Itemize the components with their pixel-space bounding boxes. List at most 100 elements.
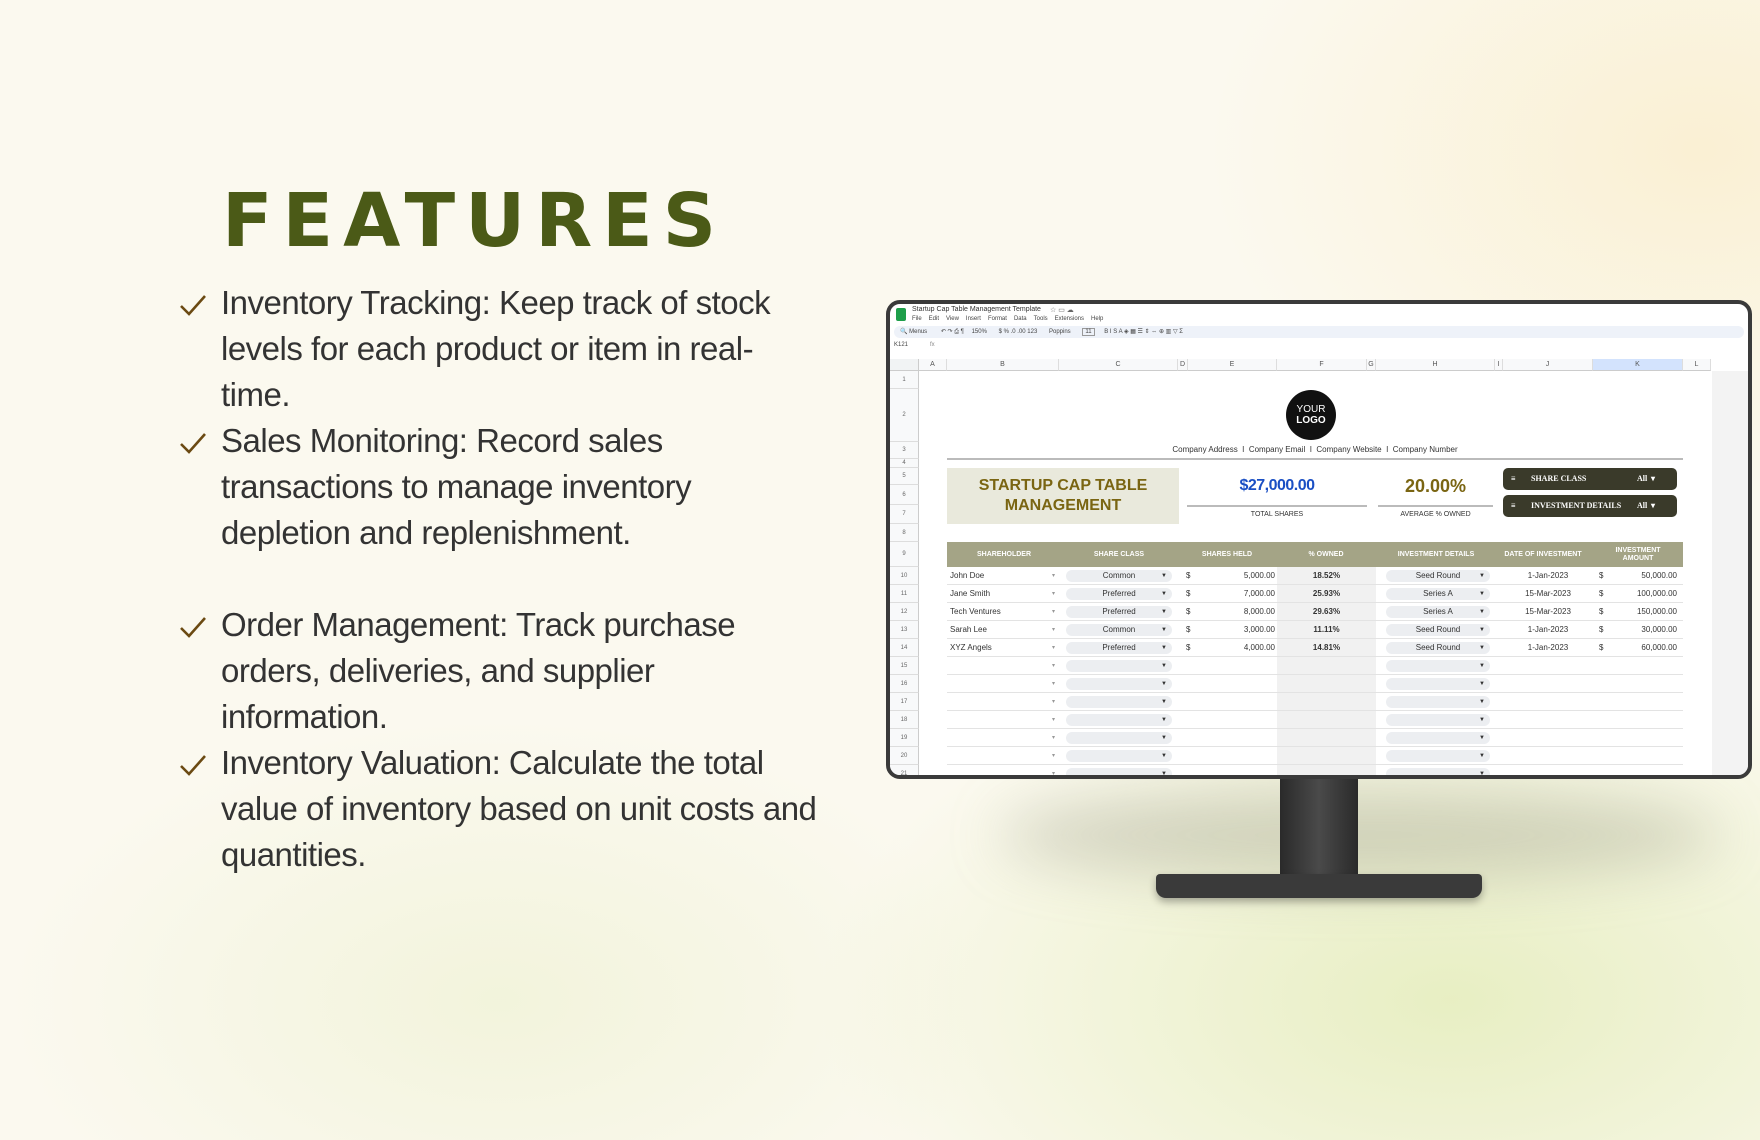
row-header-7[interactable]: 7 bbox=[890, 505, 919, 524]
investment-amount-cell[interactable]: 50,000.00 bbox=[1607, 570, 1677, 582]
share-class-select[interactable]: ▼ bbox=[1066, 768, 1172, 775]
share-class-select[interactable]: Preferred ▼ bbox=[1066, 588, 1172, 600]
text-format-icons[interactable]: B I S A ◈ ▦ ☰ ⇕ ⇔ ⊕ ▥ ▽ Σ bbox=[1104, 329, 1183, 335]
date-cell[interactable]: 1-Jan-2023 bbox=[1503, 624, 1593, 636]
font-select[interactable]: Poppins bbox=[1049, 329, 1071, 335]
investment-details-select[interactable]: ▼ bbox=[1386, 750, 1490, 762]
row-header-14[interactable]: 14 bbox=[890, 639, 919, 657]
shareholder-cell[interactable]: John Doe bbox=[950, 570, 984, 582]
shareholder-cell[interactable]: Sarah Lee bbox=[950, 624, 987, 636]
investment-details-select[interactable]: ▼ bbox=[1386, 768, 1490, 775]
share-class-select[interactable]: ▼ bbox=[1066, 750, 1172, 762]
dropdown-arrow-icon[interactable]: ▾ bbox=[1052, 750, 1055, 762]
date-cell[interactable]: 1-Jan-2023 bbox=[1503, 570, 1593, 582]
investment-details-select[interactable]: Seed Round ▼ bbox=[1386, 570, 1490, 582]
share-class-select[interactable]: Preferred ▼ bbox=[1066, 642, 1172, 654]
dropdown-arrow-icon[interactable]: ▾ bbox=[1052, 570, 1055, 582]
investment-details-select[interactable]: Seed Round ▼ bbox=[1386, 624, 1490, 636]
search-menus-icon[interactable]: 🔍 bbox=[900, 329, 909, 335]
row-header-12[interactable]: 12 bbox=[890, 603, 919, 621]
doc-title[interactable]: Startup Cap Table Management Template bbox=[912, 306, 1041, 313]
search-menus[interactable]: Menus bbox=[909, 329, 927, 335]
menu-view[interactable]: View bbox=[946, 316, 959, 322]
menu-tools[interactable]: Tools bbox=[1034, 316, 1048, 322]
row-header-13[interactable]: 13 bbox=[890, 621, 919, 639]
filter-investment-details[interactable]: ≡ INVESTMENT DETAILS All ▾ bbox=[1503, 495, 1677, 517]
investment-details-select[interactable]: Series A ▼ bbox=[1386, 606, 1490, 618]
column-header-F[interactable]: F bbox=[1277, 359, 1367, 371]
row-header-2[interactable]: 2 bbox=[890, 389, 919, 442]
row-header-9[interactable]: 9 bbox=[890, 542, 919, 567]
row-header-18[interactable]: 18 bbox=[890, 711, 919, 729]
column-header-L[interactable]: L bbox=[1683, 359, 1711, 371]
shareholder-cell[interactable]: Jane Smith bbox=[950, 588, 990, 600]
shares-held-cell[interactable]: 4,000.00 bbox=[1197, 642, 1275, 654]
shares-held-cell[interactable]: 3,000.00 bbox=[1197, 624, 1275, 636]
percent-owned-cell[interactable]: 14.81% bbox=[1277, 642, 1376, 654]
share-class-select[interactable]: ▼ bbox=[1066, 660, 1172, 672]
share-class-select[interactable]: ▼ bbox=[1066, 714, 1172, 726]
zoom-select[interactable]: 150% bbox=[972, 329, 987, 335]
dropdown-arrow-icon[interactable]: ▾ bbox=[1052, 768, 1055, 775]
select-all-corner[interactable] bbox=[890, 359, 919, 371]
dropdown-arrow-icon[interactable]: ▾ bbox=[1052, 714, 1055, 726]
investment-amount-cell[interactable]: 100,000.00 bbox=[1607, 588, 1677, 600]
investment-details-select[interactable]: ▼ bbox=[1386, 732, 1490, 744]
share-class-select[interactable]: ▼ bbox=[1066, 732, 1172, 744]
menu-file[interactable]: File bbox=[912, 316, 922, 322]
column-header-B[interactable]: B bbox=[947, 359, 1059, 371]
investment-details-select[interactable]: ▼ bbox=[1386, 696, 1490, 708]
row-header-20[interactable]: 20 bbox=[890, 747, 919, 765]
filter-share-class[interactable]: ≡ SHARE CLASS All ▾ bbox=[1503, 468, 1677, 490]
share-class-select[interactable]: ▼ bbox=[1066, 678, 1172, 690]
row-header-17[interactable]: 17 bbox=[890, 693, 919, 711]
undo-redo-icons[interactable]: ↶ ↷ ⎙ ¶ bbox=[941, 329, 964, 335]
row-header-8[interactable]: 8 bbox=[890, 524, 919, 542]
cell-reference[interactable]: K121 bbox=[894, 342, 908, 348]
menu-insert[interactable]: Insert bbox=[966, 316, 981, 322]
dropdown-arrow-icon[interactable]: ▾ bbox=[1052, 624, 1055, 636]
shares-held-cell[interactable]: 8,000.00 bbox=[1197, 606, 1275, 618]
dropdown-arrow-icon[interactable]: ▾ bbox=[1052, 660, 1055, 672]
date-cell[interactable]: 1-Jan-2023 bbox=[1503, 642, 1593, 654]
menu-extensions[interactable]: Extensions bbox=[1055, 316, 1084, 322]
row-header-19[interactable]: 19 bbox=[890, 729, 919, 747]
investment-details-select[interactable]: ▼ bbox=[1386, 660, 1490, 672]
column-header-I[interactable]: I bbox=[1495, 359, 1503, 371]
percent-owned-cell[interactable]: 11.11% bbox=[1277, 624, 1376, 636]
menu-edit[interactable]: Edit bbox=[929, 316, 939, 322]
dropdown-arrow-icon[interactable]: ▾ bbox=[1052, 642, 1055, 654]
investment-amount-cell[interactable]: 60,000.00 bbox=[1607, 642, 1677, 654]
row-header-3[interactable]: 3 bbox=[890, 442, 919, 459]
investment-amount-cell[interactable]: 30,000.00 bbox=[1607, 624, 1677, 636]
font-size-input[interactable]: 11 bbox=[1082, 328, 1095, 336]
menu-data[interactable]: Data bbox=[1014, 316, 1027, 322]
format-icons[interactable]: $ % .0 .00 123 bbox=[999, 329, 1038, 335]
dropdown-arrow-icon[interactable]: ▾ bbox=[1052, 732, 1055, 744]
row-header-5[interactable]: 5 bbox=[890, 468, 919, 485]
menu-help[interactable]: Help bbox=[1091, 316, 1103, 322]
investment-details-select[interactable]: ▼ bbox=[1386, 678, 1490, 690]
investment-details-select[interactable]: Series A ▼ bbox=[1386, 588, 1490, 600]
date-cell[interactable]: 15-Mar-2023 bbox=[1503, 588, 1593, 600]
star-icon[interactable]: ☆ ▭ ☁ bbox=[1050, 306, 1074, 314]
row-header-16[interactable]: 16 bbox=[890, 675, 919, 693]
date-cell[interactable]: 15-Mar-2023 bbox=[1503, 606, 1593, 618]
investment-details-select[interactable]: Seed Round ▼ bbox=[1386, 642, 1490, 654]
column-header-D[interactable]: D bbox=[1178, 359, 1188, 371]
dropdown-arrow-icon[interactable]: ▾ bbox=[1052, 678, 1055, 690]
investment-amount-cell[interactable]: 150,000.00 bbox=[1607, 606, 1677, 618]
row-header-21[interactable]: 21 bbox=[890, 765, 919, 775]
column-header-K[interactable]: K bbox=[1593, 359, 1683, 371]
row-header-11[interactable]: 11 bbox=[890, 585, 919, 603]
share-class-select[interactable]: Common ▼ bbox=[1066, 624, 1172, 636]
shareholder-cell[interactable]: Tech Ventures bbox=[950, 606, 1001, 618]
row-header-4[interactable]: 4 bbox=[890, 459, 919, 468]
share-class-select[interactable]: ▼ bbox=[1066, 696, 1172, 708]
percent-owned-cell[interactable]: 18.52% bbox=[1277, 570, 1376, 582]
column-header-H[interactable]: H bbox=[1376, 359, 1495, 371]
menu-format[interactable]: Format bbox=[988, 316, 1007, 322]
share-class-select[interactable]: Common ▼ bbox=[1066, 570, 1172, 582]
shares-held-cell[interactable]: 5,000.00 bbox=[1197, 570, 1275, 582]
dropdown-arrow-icon[interactable]: ▾ bbox=[1052, 606, 1055, 618]
